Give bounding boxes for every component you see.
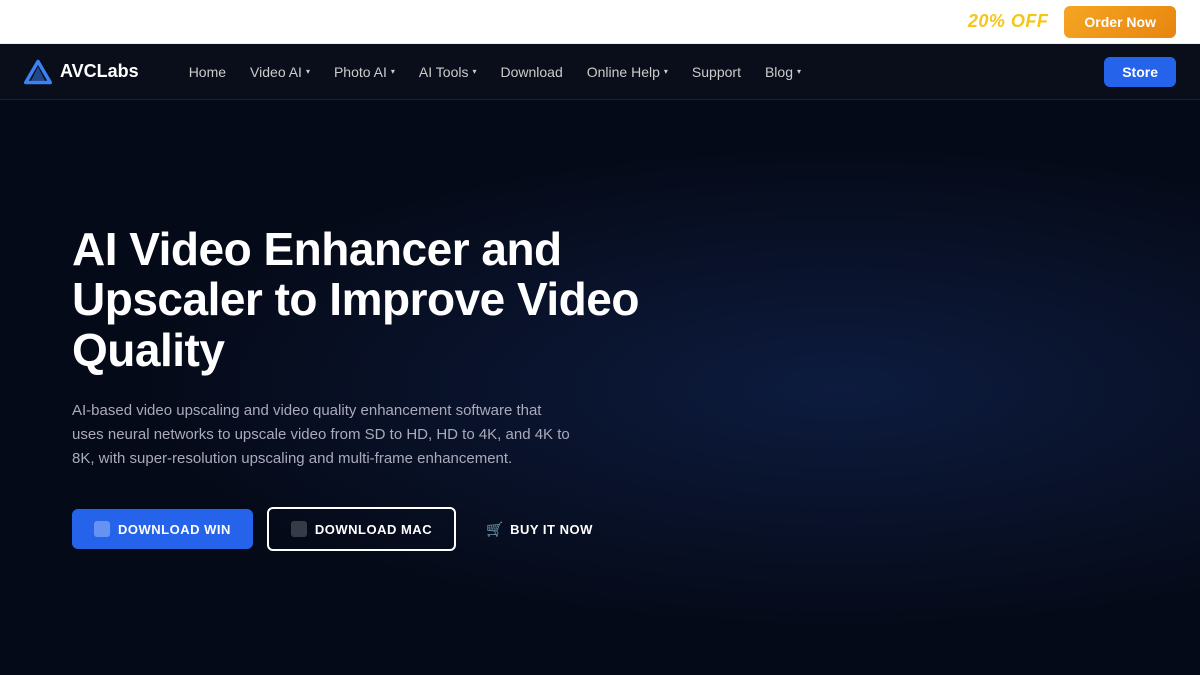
nav-blog[interactable]: Blog ▾ [755, 58, 811, 86]
nav-ai-tools[interactable]: AI Tools ▾ [409, 58, 487, 86]
download-win-button[interactable]: DOWNLOAD WIN [72, 509, 253, 549]
video-ai-caret: ▾ [306, 67, 310, 76]
photo-ai-caret: ▾ [391, 67, 395, 76]
logo-link[interactable]: AVCLabs [24, 58, 139, 86]
nav-download[interactable]: Download [490, 58, 572, 86]
hero-description: AI-based video upscaling and video quali… [72, 399, 572, 471]
navbar: AVCLabs Home Video AI ▾ Photo AI ▾ AI To… [0, 44, 1200, 100]
blog-caret: ▾ [797, 67, 801, 76]
cart-icon: 🛒 [486, 521, 502, 537]
download-mac-button[interactable]: DOWNLOAD MAC [267, 507, 456, 551]
discount-badge: 20% OFF [968, 11, 1049, 32]
nav-home[interactable]: Home [179, 58, 236, 86]
hero-content: AI Video Enhancer and Upscaler to Improv… [72, 224, 652, 552]
ai-tools-caret: ▾ [472, 67, 476, 76]
hero-section: AI Video Enhancer and Upscaler to Improv… [0, 100, 1200, 675]
nav-photo-ai[interactable]: Photo AI ▾ [324, 58, 405, 86]
windows-icon [94, 521, 110, 537]
nav-links: Home Video AI ▾ Photo AI ▾ AI Tools ▾ Do… [179, 58, 1105, 86]
top-banner: 20% OFF Order Now [0, 0, 1200, 44]
online-help-caret: ▾ [664, 67, 668, 76]
avc-logo-icon [24, 58, 52, 86]
hero-title: AI Video Enhancer and Upscaler to Improv… [72, 224, 652, 376]
logo-text: AVCLabs [60, 61, 139, 82]
buy-now-button[interactable]: 🛒 BUY IT NOW [470, 509, 609, 549]
mac-icon [291, 521, 307, 537]
hero-buttons: DOWNLOAD WIN DOWNLOAD MAC 🛒 BUY IT NOW [72, 507, 652, 551]
store-button[interactable]: Store [1104, 57, 1176, 87]
order-now-button[interactable]: Order Now [1064, 6, 1176, 38]
nav-online-help[interactable]: Online Help ▾ [577, 58, 678, 86]
nav-support[interactable]: Support [682, 58, 751, 86]
nav-video-ai[interactable]: Video AI ▾ [240, 58, 320, 86]
